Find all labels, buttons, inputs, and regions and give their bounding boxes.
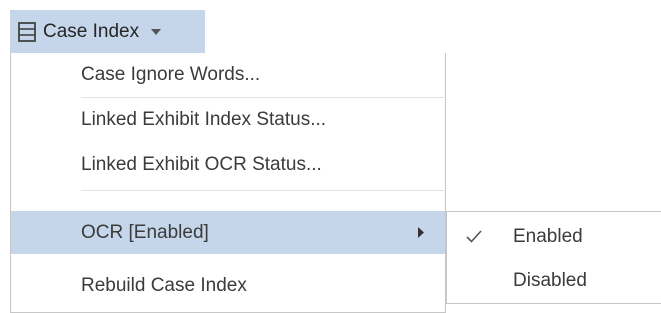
index-icon [18,21,36,42]
submenu-item-disabled[interactable]: Disabled [447,259,661,302]
menu-item-linked-exhibit-index-status[interactable]: Linked Exhibit Index Status... [11,98,445,141]
submenu-item-label: Disabled [513,270,587,291]
case-index-menu: Case Ignore Words... Linked Exhibit Inde… [10,53,446,313]
menu-separator [81,190,445,191]
case-index-label: Case Index [43,20,140,42]
menu-item-label: Linked Exhibit OCR Status... [81,154,322,175]
ocr-submenu: Enabled Disabled [446,211,661,304]
menu-item-case-ignore-words[interactable]: Case Ignore Words... [11,53,445,96]
menu-item-linked-exhibit-ocr-status[interactable]: Linked Exhibit OCR Status... [11,143,445,186]
check-icon [466,230,482,243]
menu-item-label: Rebuild Case Index [81,275,247,296]
menu-item-label: Case Ignore Words... [81,64,261,85]
case-index-button[interactable]: Case Index [10,10,205,53]
menu-item-label: Linked Exhibit Index Status... [81,109,327,130]
menu-item-ocr[interactable]: OCR [Enabled] [11,211,445,254]
menu-item-rebuild-case-index[interactable]: Rebuild Case Index [11,264,445,307]
menu-item-label: OCR [Enabled] [81,222,209,243]
submenu-item-label: Enabled [513,226,583,247]
submenu-item-enabled[interactable]: Enabled [447,215,661,258]
submenu-arrow-icon [418,227,424,238]
caret-down-icon [151,28,162,35]
